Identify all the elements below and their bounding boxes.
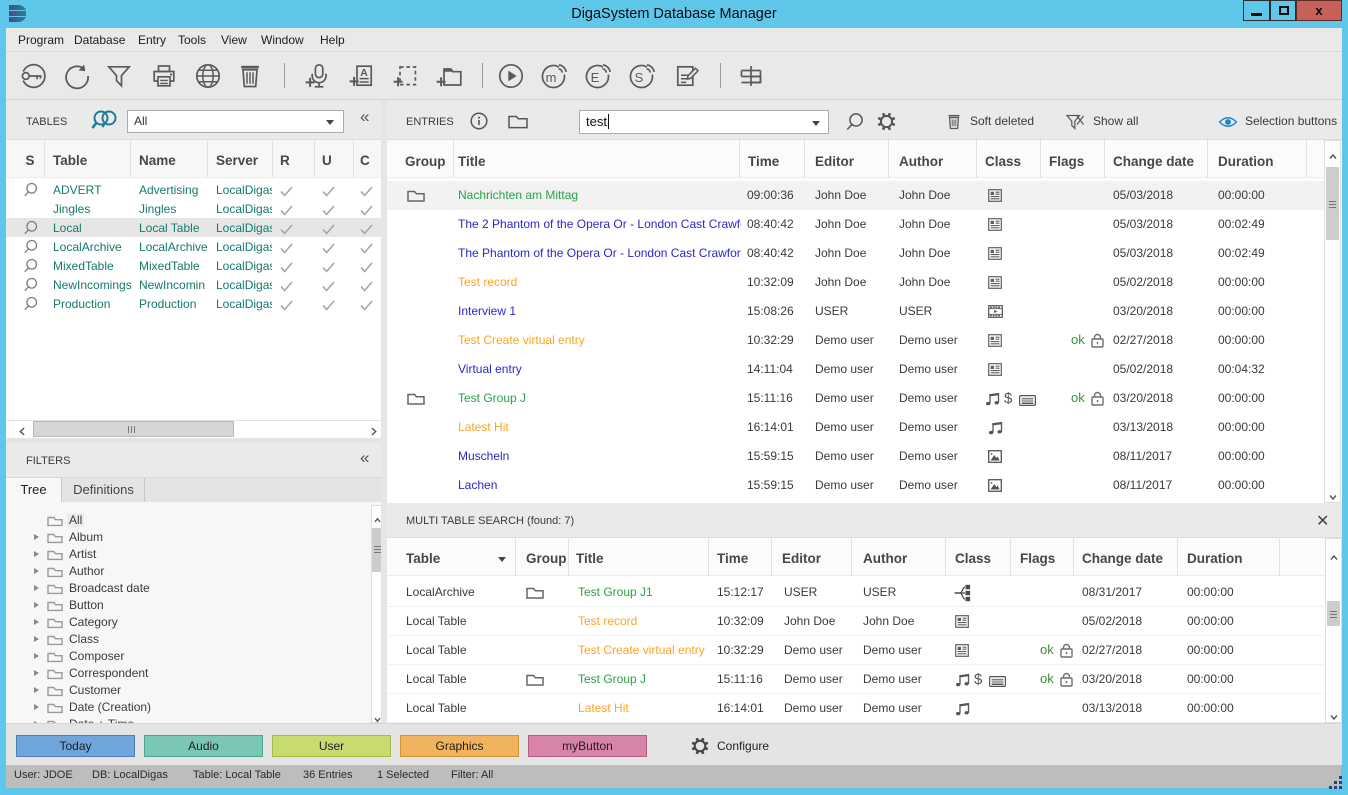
svg-text:S: S <box>635 70 644 85</box>
svg-text:m: m <box>546 70 557 85</box>
svg-text:E: E <box>591 70 600 85</box>
svg-text:A: A <box>360 67 368 79</box>
